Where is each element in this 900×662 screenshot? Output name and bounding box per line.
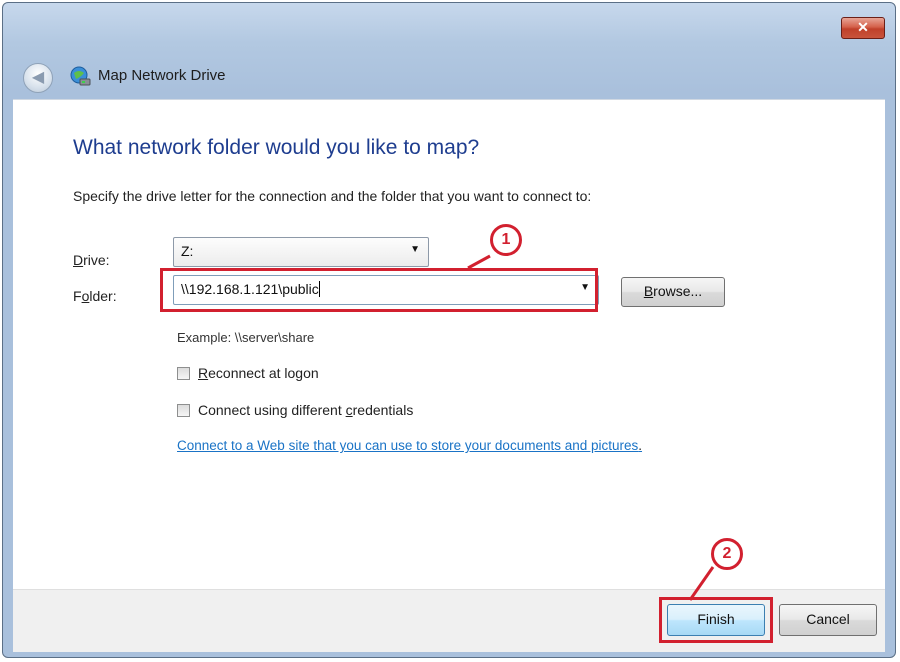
page-heading: What network folder would you like to ma… <box>73 136 480 159</box>
network-drive-icon <box>70 66 91 86</box>
window-title: Map Network Drive <box>98 67 226 84</box>
reconnect-checkbox[interactable] <box>177 367 190 380</box>
chevron-down-icon[interactable]: ▼ <box>580 282 590 293</box>
folder-input-value[interactable]: \\192.168.1.121\public <box>181 281 320 297</box>
reconnect-option[interactable]: Reconnect at logon <box>177 365 319 381</box>
annotation-callout-1: 1 <box>490 224 522 256</box>
annotation-callout-2: 2 <box>711 538 743 570</box>
close-button[interactable]: ✕ <box>841 17 885 39</box>
web-site-link[interactable]: Connect to a Web site that you can use t… <box>177 438 642 453</box>
back-arrow-icon: ◀ <box>31 69 45 86</box>
drive-select[interactable]: Z: ▼ <box>173 237 429 267</box>
wizard-content: What network folder would you like to ma… <box>13 99 885 589</box>
back-button[interactable]: ◀ <box>23 63 53 93</box>
credentials-option[interactable]: Connect using different credentials <box>177 402 413 418</box>
folder-label: Folder: <box>73 288 117 304</box>
folder-input[interactable]: \\192.168.1.121\public ▼ <box>173 275 599 305</box>
chevron-down-icon[interactable]: ▼ <box>410 244 420 255</box>
instruction-text: Specify the drive letter for the connect… <box>73 188 592 204</box>
wizard-footer: Finish Cancel <box>13 589 885 652</box>
drive-label: Drive: <box>73 252 110 268</box>
credentials-checkbox[interactable] <box>177 404 190 417</box>
cancel-button[interactable]: Cancel <box>779 604 877 636</box>
finish-button[interactable]: Finish <box>667 604 765 636</box>
drive-select-value: Z: <box>181 243 194 259</box>
example-text: Example: \\server\share <box>177 330 315 345</box>
map-network-drive-window: ✕ ◀ Map Network Drive What network folde… <box>2 2 896 658</box>
browse-button[interactable]: Browse... <box>621 277 725 307</box>
